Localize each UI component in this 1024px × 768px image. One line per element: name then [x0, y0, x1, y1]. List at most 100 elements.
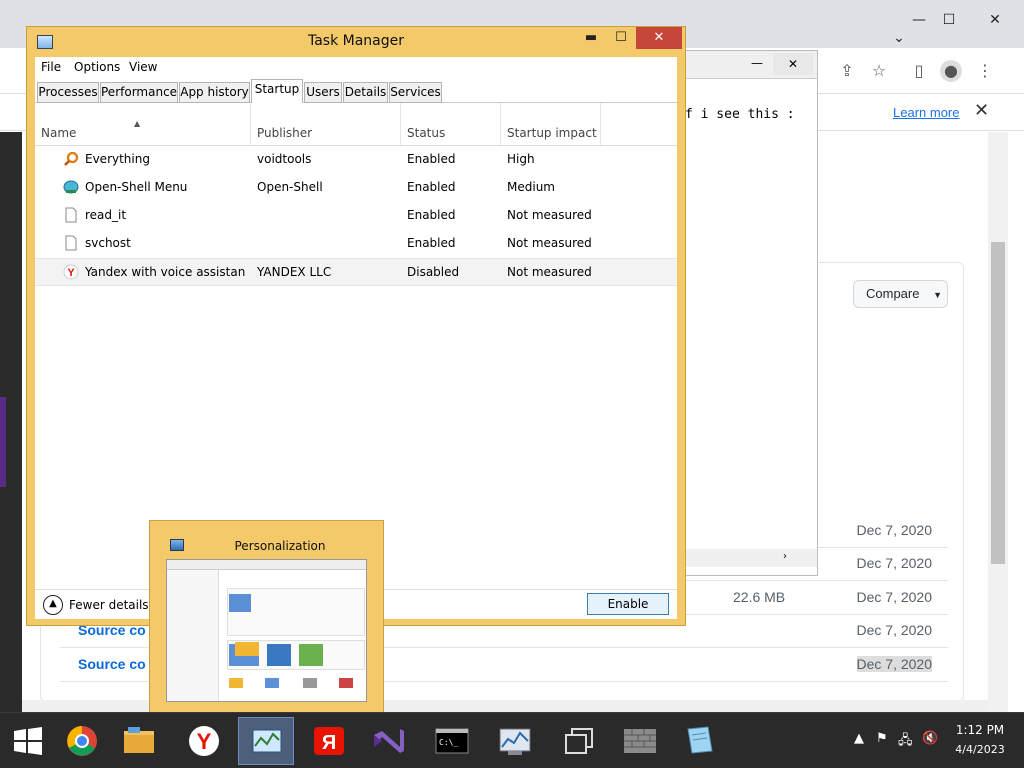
- asset-link[interactable]: Source co: [78, 656, 146, 672]
- taskbar-notepad[interactable]: [672, 717, 728, 765]
- asset-size: 22.6 MB: [733, 589, 786, 605]
- notepad-icon: [687, 726, 713, 754]
- startup-row[interactable]: Open-Shell Menu Open-Shell Enabled Mediu…: [35, 174, 677, 202]
- taskbar-yandex-browser[interactable]: Y: [176, 717, 232, 765]
- side-panel-icon[interactable]: ▯: [908, 60, 930, 82]
- taskbar-firewall[interactable]: [612, 717, 668, 765]
- bookmark-star-icon[interactable]: ☆: [868, 60, 890, 82]
- compare-button[interactable]: Compare ▼: [853, 280, 948, 308]
- startup-impact: Not measured: [507, 208, 592, 222]
- thumbnail-preview: [166, 559, 367, 702]
- clock-date[interactable]: 4/4/2023: [948, 743, 1012, 756]
- menu-options[interactable]: Options: [74, 60, 120, 74]
- taskbar-visual-studio[interactable]: [360, 717, 416, 765]
- volume-muted-icon[interactable]: 🔇: [922, 731, 938, 746]
- thumbnail-title: Personalization: [234, 539, 326, 553]
- learn-more-link[interactable]: Learn more: [893, 105, 959, 120]
- startup-publisher: Open-Shell: [257, 180, 323, 194]
- startup-row[interactable]: Everything voidtools Enabled High: [35, 146, 677, 174]
- profile-avatar-icon[interactable]: ●: [940, 60, 962, 82]
- chevron-up-circle-icon: ▲: [43, 595, 63, 615]
- task-manager-icon: [252, 729, 282, 753]
- file-icon: [65, 207, 77, 223]
- startup-status: Disabled: [407, 265, 460, 279]
- column-header-name[interactable]: Name ▲: [35, 103, 251, 145]
- close-button[interactable]: ✕: [636, 27, 682, 49]
- startup-name: Yandex with voice assistant ...: [85, 265, 245, 279]
- network-icon[interactable]: 🖧: [898, 731, 913, 753]
- scrollbar-thumb[interactable]: [991, 242, 1005, 564]
- task-manager-titlebar[interactable]: Task Manager ▬ ☐ ✕: [27, 27, 685, 57]
- taskbar-chrome[interactable]: [56, 717, 112, 765]
- menu-file[interactable]: File: [41, 60, 61, 74]
- startup-status: Enabled: [407, 180, 456, 194]
- code-hscrollbar[interactable]: ›: [681, 549, 817, 567]
- column-impact-label: Startup impact: [507, 126, 597, 140]
- startup-row[interactable]: svchost Enabled Not measured: [35, 230, 677, 258]
- taskbar-window-switcher[interactable]: [552, 717, 608, 765]
- taskbar-task-manager[interactable]: [238, 717, 294, 765]
- taskbar: Y Я C:\_ ▲ ⚑ 🖧 🔇 1:12 PM 4/4/2023: [0, 712, 1024, 768]
- startup-row[interactable]: read_it Enabled Not measured: [35, 202, 677, 230]
- tab-services[interactable]: Services: [389, 82, 442, 103]
- yandex-icon: Я: [314, 727, 344, 755]
- code-minimize-button[interactable]: —: [751, 56, 763, 70]
- startup-row-selected[interactable]: Y Yandex with voice assistant ... YANDEX…: [35, 258, 677, 286]
- personalization-icon: [170, 539, 184, 551]
- taskbar-yandex[interactable]: Я: [302, 717, 358, 765]
- start-button[interactable]: [0, 717, 56, 765]
- command-prompt-icon: C:\_: [435, 728, 469, 754]
- start-icon: [14, 727, 42, 755]
- menu-view[interactable]: View: [129, 60, 157, 74]
- chrome-icon: [67, 726, 97, 756]
- tab-startup[interactable]: Startup: [251, 79, 303, 104]
- info-bar-close-icon[interactable]: ✕: [974, 100, 989, 121]
- startup-impact: Medium: [507, 180, 555, 194]
- startup-name: svchost: [85, 236, 131, 250]
- share-icon[interactable]: ⇪: [836, 60, 858, 82]
- chevron-right-icon[interactable]: ›: [783, 551, 787, 562]
- yandex-icon: Y: [63, 264, 79, 280]
- file-icon: [65, 235, 77, 251]
- asset-date: Dec 7, 2020: [856, 656, 932, 672]
- tab-details[interactable]: Details: [343, 82, 388, 103]
- browser-close-button[interactable]: ✕: [980, 8, 1010, 32]
- fewer-details-label: Fewer details: [69, 598, 149, 612]
- column-status-label: Status: [407, 126, 446, 140]
- startup-impact: Not measured: [507, 265, 592, 279]
- clock-time[interactable]: 1:12 PM: [948, 723, 1012, 737]
- taskbar-file-explorer[interactable]: [112, 717, 168, 765]
- column-header-status[interactable]: Status: [401, 103, 501, 145]
- tab-performance[interactable]: Performance: [100, 82, 178, 103]
- personalization-thumbnail[interactable]: Personalization: [149, 520, 384, 720]
- tab-users[interactable]: Users: [304, 82, 342, 103]
- startup-grid: Name ▲ Publisher Status Startup impact E…: [35, 103, 677, 549]
- column-header-publisher[interactable]: Publisher: [251, 103, 401, 145]
- browser-maximize-button[interactable]: ☐: [934, 8, 964, 32]
- code-close-button[interactable]: ✕: [773, 53, 813, 75]
- maximize-button[interactable]: ☐: [607, 27, 635, 49]
- menu-bar: File Options View: [35, 57, 677, 79]
- show-hidden-icons-icon[interactable]: ▲: [854, 731, 864, 746]
- tab-app-history[interactable]: App history: [179, 82, 250, 103]
- column-header-startup-impact[interactable]: Startup impact: [501, 103, 601, 145]
- tab-processes[interactable]: Processes: [37, 82, 99, 103]
- svg-text:Y: Y: [67, 267, 75, 279]
- minimize-button[interactable]: ▬: [577, 27, 605, 49]
- sort-ascending-icon: ▲: [134, 119, 141, 128]
- code-window-titlebar: — ✕: [681, 51, 817, 79]
- taskbar-command-prompt[interactable]: C:\_: [424, 717, 480, 765]
- code-window: — ✕ f i see this : ›: [680, 50, 818, 576]
- page-scrollbar[interactable]: [988, 132, 1008, 712]
- page-left-strip: [0, 132, 22, 712]
- file-explorer-icon: [124, 727, 154, 753]
- startup-publisher: voidtools: [257, 152, 312, 166]
- taskbar-resource-monitor[interactable]: [488, 717, 544, 765]
- side-accent: [0, 397, 6, 487]
- enable-button[interactable]: Enable: [587, 593, 669, 615]
- action-center-flag-icon[interactable]: ⚑: [876, 731, 888, 746]
- browser-minimize-button[interactable]: —: [904, 8, 934, 32]
- startup-status: Enabled: [407, 236, 456, 250]
- window-switcher-icon: [565, 728, 593, 754]
- browser-menu-icon[interactable]: ⋮: [974, 60, 996, 82]
